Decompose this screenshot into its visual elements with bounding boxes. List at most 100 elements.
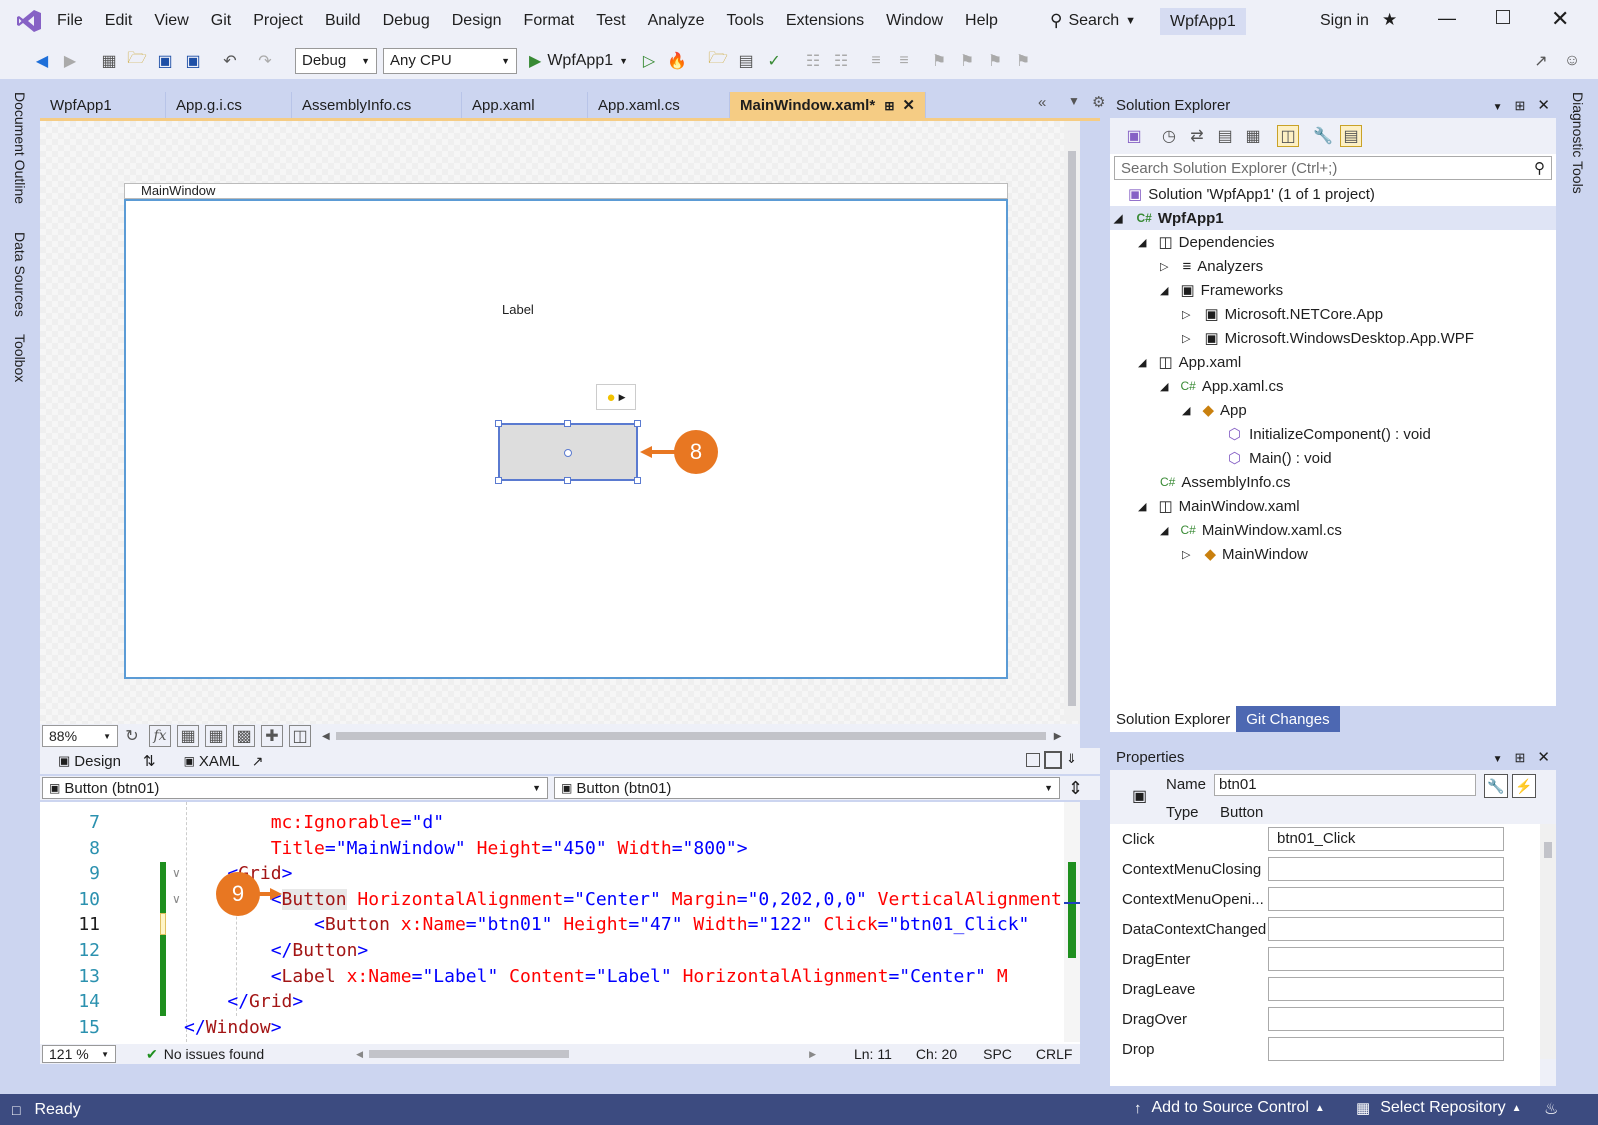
resize-handle[interactable] bbox=[564, 477, 571, 484]
menu-edit[interactable]: Edit bbox=[105, 12, 133, 30]
resize-handle[interactable] bbox=[495, 477, 502, 484]
tab-app-g-i-cs[interactable]: App.g.i.cs bbox=[166, 92, 292, 118]
layout-icon[interactable]: ▤ bbox=[735, 50, 757, 72]
comment-icon[interactable]: ☷ bbox=[802, 50, 824, 72]
mainwindow-preview[interactable]: Label ● ▶ 8 bbox=[124, 199, 1008, 679]
design-vertical-scrollbar[interactable] bbox=[1064, 121, 1080, 721]
search-button[interactable]: ⚲ Search ▼ bbox=[1050, 10, 1136, 32]
start-without-debugging-icon[interactable]: ▷ bbox=[638, 50, 660, 72]
tab-list-icon[interactable]: ▼ bbox=[1068, 94, 1080, 108]
code-horizontal-scrollbar[interactable] bbox=[369, 1050, 570, 1058]
properties-wrench-icon[interactable]: 🔧 bbox=[1484, 774, 1508, 798]
resize-handle[interactable] bbox=[495, 420, 502, 427]
indent-icon[interactable]: ≡ bbox=[865, 50, 887, 72]
notification-bell-icon[interactable]: ♨ bbox=[1544, 1099, 1558, 1119]
prev-bookmark-icon[interactable]: ⚑ bbox=[956, 50, 978, 72]
properties-wrench-icon[interactable]: 🔧 bbox=[1312, 125, 1334, 147]
scroll-left-icon[interactable]: ◀ bbox=[356, 1049, 363, 1060]
configuration-select[interactable]: Debug ▼ bbox=[295, 47, 377, 74]
outdent-icon[interactable]: ≡ bbox=[893, 50, 915, 72]
resize-handle[interactable] bbox=[564, 420, 571, 427]
artboard-background-icon[interactable]: ▩ bbox=[233, 725, 255, 747]
next-bookmark-icon[interactable]: ⚑ bbox=[984, 50, 1006, 72]
menu-extensions[interactable]: Extensions bbox=[786, 12, 864, 30]
button-btn01[interactable] bbox=[495, 420, 641, 484]
spell-check-icon[interactable]: ✓ bbox=[763, 50, 785, 72]
menu-view[interactable]: View bbox=[154, 12, 188, 30]
save-icon[interactable]: ▣ bbox=[154, 50, 176, 72]
solution-search-box[interactable]: Search Solution Explorer (Ctrl+;) ⚲ bbox=[1114, 156, 1552, 180]
menu-tools[interactable]: Tools bbox=[726, 12, 763, 30]
click-handler-input[interactable]: btn01_Click bbox=[1268, 827, 1504, 851]
live-share-icon[interactable]: ↗ bbox=[1530, 50, 1552, 72]
effects-icon[interactable]: fx bbox=[149, 725, 171, 747]
snap-grid-icon[interactable]: ▦ bbox=[205, 725, 227, 747]
scroll-left-icon[interactable]: ◀ bbox=[322, 731, 330, 742]
dragleave-input[interactable] bbox=[1268, 977, 1504, 1001]
scroll-thumb[interactable] bbox=[1544, 842, 1552, 858]
sync-icon[interactable]: ⇄ bbox=[1186, 125, 1208, 147]
tree-item-frameworks[interactable]: ◢ ▣ Frameworks bbox=[1110, 278, 1556, 302]
menu-design[interactable]: Design bbox=[452, 12, 502, 30]
scroll-thumb[interactable] bbox=[1068, 151, 1076, 706]
close-tab-icon[interactable]: ✕ bbox=[902, 97, 915, 114]
scroll-right-icon[interactable]: ▶ bbox=[1054, 731, 1062, 742]
tab-design[interactable]: ▣ Design bbox=[58, 753, 121, 770]
tree-item-app-xaml-cs[interactable]: ◢ C# App.xaml.cs bbox=[1110, 374, 1556, 398]
pin-icon[interactable]: ⊞ bbox=[1515, 98, 1526, 113]
project-code-icon[interactable]: ◫ bbox=[289, 725, 311, 747]
close-button[interactable]: ✕ bbox=[1551, 6, 1569, 32]
contextmenuclosing-input[interactable] bbox=[1268, 857, 1504, 881]
popout-xaml-icon[interactable]: ↗ bbox=[252, 753, 264, 770]
start-debugging-button[interactable]: ▶ WpfApp1 ▼ bbox=[529, 51, 628, 71]
tab-app-xaml[interactable]: App.xaml bbox=[462, 92, 588, 118]
tree-item-assemblyinfo[interactable]: C# AssemblyInfo.cs bbox=[1110, 470, 1556, 494]
document-outline-tab[interactable]: Document Outline bbox=[12, 92, 28, 204]
bookmark-icon[interactable]: ⚑ bbox=[928, 50, 950, 72]
undo-icon[interactable]: ↶ bbox=[219, 50, 241, 72]
tab-assemblyinfo-cs[interactable]: AssemblyInfo.cs bbox=[292, 92, 462, 118]
tab-wpfapp1[interactable]: WpfApp1 bbox=[40, 92, 166, 118]
menu-format[interactable]: Format bbox=[524, 12, 575, 30]
pending-changes-icon[interactable]: ◷ bbox=[1158, 125, 1180, 147]
diagnostic-tools-tab[interactable]: Diagnostic Tools bbox=[1570, 92, 1586, 194]
tree-item-mainwindow-class[interactable]: ▷ ◆ MainWindow bbox=[1110, 542, 1556, 566]
element-nav-right[interactable]: ▣ Button (btn01) ▼ bbox=[554, 777, 1060, 799]
menu-project[interactable]: Project bbox=[253, 12, 303, 30]
scroll-thumb[interactable] bbox=[1068, 862, 1076, 958]
toolbox-tab[interactable]: Toolbox bbox=[12, 334, 28, 382]
tab-xaml[interactable]: ▣ XAML bbox=[184, 753, 240, 770]
uncomment-icon[interactable]: ☷ bbox=[830, 50, 852, 72]
chevron-down-icon[interactable]: ▼ bbox=[1493, 754, 1503, 765]
menu-help[interactable]: Help bbox=[965, 12, 998, 30]
resize-handle[interactable] bbox=[634, 477, 641, 484]
close-icon[interactable]: ✕ bbox=[1537, 749, 1550, 766]
menu-test[interactable]: Test bbox=[596, 12, 625, 30]
tree-item-app-xaml[interactable]: ◢ ◫ App.xaml bbox=[1110, 350, 1556, 374]
tree-item-project[interactable]: ◢ C# WpfApp1 bbox=[1110, 206, 1556, 230]
data-sources-tab[interactable]: Data Sources bbox=[12, 232, 28, 317]
design-horizontal-scrollbar[interactable] bbox=[335, 732, 1046, 740]
show-all-files-icon[interactable]: ▦ bbox=[1242, 125, 1264, 147]
designer-zoom-select[interactable]: 88% ▼ bbox=[42, 725, 118, 747]
pin-icon[interactable]: ⊞ bbox=[884, 99, 894, 113]
split-editor-icon[interactable]: ⇕ bbox=[1068, 778, 1083, 799]
collapse-pane-icon[interactable]: ⇓ bbox=[1066, 751, 1077, 767]
vertical-split-icon[interactable] bbox=[1026, 753, 1040, 767]
preview-icon[interactable]: ▤ bbox=[1340, 125, 1362, 147]
gear-icon[interactable]: ⚙ bbox=[1092, 93, 1105, 111]
open-folder-icon[interactable]: 🗁 bbox=[126, 50, 148, 72]
events-lightning-icon[interactable]: ⚡ bbox=[1512, 774, 1536, 798]
xaml-code-editor[interactable]: 7 8 9 10 11 12 13 14 15 ∨ ∨ mc:Ignorable… bbox=[40, 802, 1080, 1064]
tree-item-mainwindow-xaml[interactable]: ◢ ◫ MainWindow.xaml bbox=[1110, 494, 1556, 518]
chevron-down-icon[interactable]: ▼ bbox=[1493, 102, 1503, 113]
tree-item-main[interactable]: ⬡ Main() : void bbox=[1110, 446, 1556, 470]
line-ending-indicator[interactable]: CRLF bbox=[1036, 1046, 1073, 1062]
minimize-button[interactable]: — bbox=[1438, 8, 1456, 29]
tree-item-netcore[interactable]: ▷ ▣ Microsoft.NETCore.App bbox=[1110, 302, 1556, 326]
resize-handle[interactable] bbox=[634, 420, 641, 427]
element-nav-left[interactable]: ▣ Button (btn01) ▼ bbox=[42, 777, 548, 799]
tree-item-mainwindow-xaml-cs[interactable]: ◢ C# MainWindow.xaml.cs bbox=[1110, 518, 1556, 542]
pin-icon[interactable]: ⊞ bbox=[1515, 750, 1526, 765]
tree-item-initializecomponent[interactable]: ⬡ InitializeComponent() : void bbox=[1110, 422, 1556, 446]
